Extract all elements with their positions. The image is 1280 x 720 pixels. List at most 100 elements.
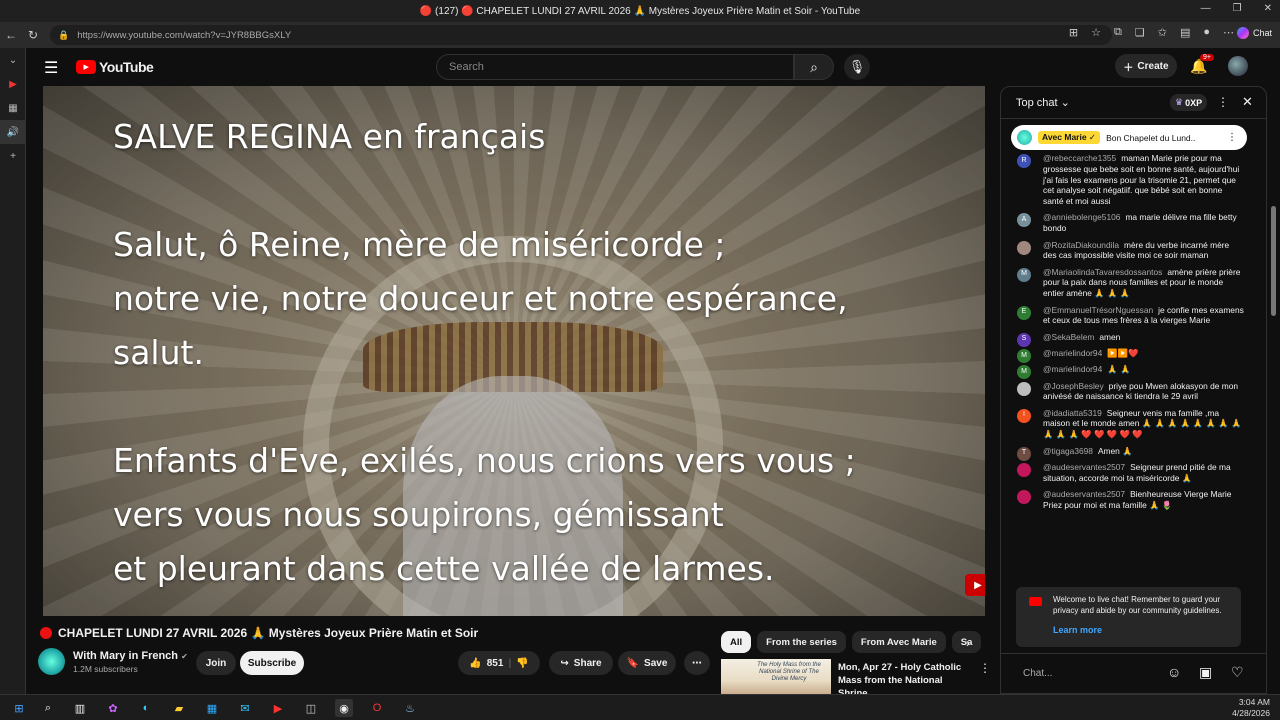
back-icon[interactable]: ← xyxy=(0,28,22,42)
chat-author-avatar[interactable]: S xyxy=(1017,332,1031,347)
favorite-star-icon[interactable]: ☆ xyxy=(1091,26,1101,39)
tab-youtube-icon[interactable]: ▶ xyxy=(0,72,26,96)
chat-author-avatar[interactable]: R xyxy=(1017,154,1031,168)
chat-author-avatar[interactable]: A xyxy=(1017,213,1031,228)
chip-all[interactable]: All xyxy=(721,631,752,653)
channel-name[interactable]: With Mary in French ✔ xyxy=(73,650,188,662)
chat-author-name[interactable]: @MariaolindaTavaresdossantos xyxy=(1043,267,1162,277)
new-tab-icon[interactable]: + xyxy=(0,144,26,168)
emoji-icon[interactable]: ☺ xyxy=(1167,664,1181,680)
chat-author-avatar[interactable]: T xyxy=(1017,446,1031,461)
heart-icon[interactable]: ♡ xyxy=(1231,664,1244,681)
chat-author-name[interactable]: @anniebolenge5106 xyxy=(1043,212,1120,222)
chat-author-avatar[interactable]: M xyxy=(1017,348,1031,363)
voice-search-button[interactable]: 🎙 xyxy=(844,54,870,80)
chat-message[interactable]: M @MariaolindaTavaresdossantos amène prièr… xyxy=(1001,267,1263,299)
more-actions-button[interactable]: ⋯ xyxy=(684,651,710,675)
file-explorer-icon[interactable]: ▰ xyxy=(170,699,188,717)
recommended-title[interactable]: Mon, Apr 27 - Holy Catholic Mass from th… xyxy=(838,661,976,695)
more-vertical-icon[interactable]: ⋮ xyxy=(979,661,991,675)
edge-taskbar-icon[interactable]: ◐ xyxy=(137,699,155,717)
chat-author-avatar[interactable] xyxy=(1017,240,1031,255)
settings-more-icon[interactable]: ⋯ xyxy=(1223,26,1234,39)
favorites-icon[interactable]: ✩ xyxy=(1158,26,1167,39)
chat-author-name[interactable]: @rebeccarche1355 xyxy=(1043,153,1116,163)
chat-author-name[interactable]: @SekaBelem xyxy=(1043,332,1094,342)
steam-taskbar-icon[interactable]: ♨ xyxy=(401,699,419,717)
menu-icon[interactable]: ☰ xyxy=(44,58,58,78)
split-screen-icon[interactable]: ❏ xyxy=(1135,26,1145,39)
close-window-icon[interactable]: ✕ xyxy=(1264,3,1272,14)
task-view-icon[interactable]: ▥ xyxy=(71,699,89,717)
subscribe-button[interactable]: Subscribe xyxy=(240,651,304,675)
app-icon[interactable]: ⊞ xyxy=(1069,26,1078,39)
dislike-button[interactable]: 👎 xyxy=(516,658,528,669)
chat-message[interactable]: I @idadiatta5319 Seigneur venis ma famille… xyxy=(1001,408,1263,440)
chat-message[interactable]: @JosephBesley priye pou Mwen alokasyon de… xyxy=(1001,381,1263,403)
video-player[interactable]: SALVE REGINA en français Salut, ô Reine,… xyxy=(43,86,985,616)
chat-message[interactable]: E @EmmanuelTrésorNguessan je confie mes ex… xyxy=(1001,305,1263,327)
chat-message[interactable]: @audeservantes2507 Bienheureuse Vierge Ma… xyxy=(1001,489,1263,511)
recommended-video[interactable]: The Holy Mass from the National Shrine o… xyxy=(721,659,991,695)
account-avatar[interactable] xyxy=(1228,56,1248,76)
pinned-message[interactable]: Avec Marie ✓ Bon Chapelet du Lund... ⋮ xyxy=(1011,125,1247,150)
chat-message[interactable]: M @marielindor94 🙏 🙏 xyxy=(1001,364,1263,380)
search-taskbar-icon[interactable]: ⌕ xyxy=(39,699,57,717)
search-input[interactable]: Search xyxy=(436,54,794,80)
search-button[interactable]: ⌕ xyxy=(794,54,834,80)
chat-author-name[interactable]: @EmmanuelTrésorNguessan xyxy=(1043,305,1153,315)
chat-author-avatar[interactable] xyxy=(1017,381,1031,396)
chip-from-the-series[interactable]: From the series xyxy=(757,631,846,653)
share-button[interactable]: ↪ Share xyxy=(549,651,613,675)
windows-start-icon[interactable]: ⊞ xyxy=(10,699,28,717)
maximize-icon[interactable]: ❐ xyxy=(1233,3,1242,14)
join-button[interactable]: Join xyxy=(196,651,236,675)
chat-input[interactable]: Chat... xyxy=(1023,668,1052,679)
chat-options-icon[interactable]: ⋮ xyxy=(1217,95,1229,109)
copilot-chat-button[interactable]: Chat xyxy=(1236,27,1272,39)
refresh-icon[interactable]: ↻ xyxy=(22,28,44,42)
chat-author-name[interactable]: @tigaga3698 xyxy=(1043,446,1093,456)
create-button[interactable]: ＋ Create xyxy=(1115,54,1177,78)
chat-author-avatar[interactable] xyxy=(1017,462,1031,477)
chat-author-avatar[interactable] xyxy=(1017,489,1031,504)
store-icon[interactable]: ▦ xyxy=(203,699,221,717)
chat-author-avatar[interactable]: M xyxy=(1017,365,1031,380)
chat-author-name[interactable]: @marielindor94 xyxy=(1043,364,1102,374)
site-info-icon[interactable]: 🔒 xyxy=(58,30,69,41)
chat-message[interactable]: M @marielindor94 ▶️▶️❤️ xyxy=(1001,348,1263,363)
chip-from-avec-marie[interactable]: From Avec Marie xyxy=(851,631,946,653)
youtube-taskbar-icon[interactable]: ▶ xyxy=(269,699,287,717)
chat-author-avatar[interactable]: E xyxy=(1017,305,1031,320)
tab-audio-icon[interactable]: 🔊 xyxy=(0,120,26,144)
chat-author-name[interactable]: @marielindor94 xyxy=(1043,348,1102,358)
super-chat-icon[interactable]: ▣ xyxy=(1199,664,1212,681)
extensions-icon[interactable]: ⧉ xyxy=(1114,26,1122,39)
xp-badge[interactable]: ♛ 0XP xyxy=(1170,94,1208,111)
channel-avatar[interactable] xyxy=(38,648,65,675)
system-clock[interactable]: 3:04 AM 4/28/2026 xyxy=(1232,697,1270,719)
collections-icon[interactable]: ▤ xyxy=(1180,26,1190,39)
obs-taskbar-icon[interactable]: ◉ xyxy=(335,699,353,717)
like-button[interactable]: 👍 851 xyxy=(469,658,503,669)
chat-message[interactable]: @audeservantes2507 Seigneur prend pitié d… xyxy=(1001,462,1263,484)
minimize-icon[interactable]: — xyxy=(1201,3,1211,14)
page-scrollbar[interactable] xyxy=(1268,86,1280,694)
channel-watermark-icon[interactable]: ▶ xyxy=(965,574,985,596)
chat-author-name[interactable]: @RozitaDiakoundila xyxy=(1043,240,1119,250)
chat-author-name[interactable]: @audeservantes2507 xyxy=(1043,462,1125,472)
tab-expand-icon[interactable]: ⌄ xyxy=(0,48,26,72)
copilot-taskbar-icon[interactable]: ✿ xyxy=(104,699,122,717)
chevron-right-icon[interactable]: › xyxy=(966,636,970,650)
tab-page-icon[interactable]: ▦ xyxy=(0,96,26,120)
chat-message[interactable]: R @rebeccarche1355 maman Marie prie pour m… xyxy=(1001,153,1263,207)
close-chat-icon[interactable]: ✕ xyxy=(1242,94,1253,110)
save-button[interactable]: 🔖 Save xyxy=(618,651,676,675)
app-taskbar-icon[interactable]: ◫ xyxy=(302,699,320,717)
chat-author-name[interactable]: @idadiatta5319 xyxy=(1043,408,1102,418)
chat-message[interactable]: @RozitaDiakoundila mère du verbe incarné … xyxy=(1001,240,1263,262)
opera-taskbar-icon[interactable]: O xyxy=(368,699,386,717)
url-bar[interactable]: 🔒 https://www.youtube.com/watch?v=JYR8BB… xyxy=(50,25,1112,45)
scrollbar-thumb[interactable] xyxy=(1271,206,1276,316)
chat-author-name[interactable]: @audeservantes2507 xyxy=(1043,489,1125,499)
